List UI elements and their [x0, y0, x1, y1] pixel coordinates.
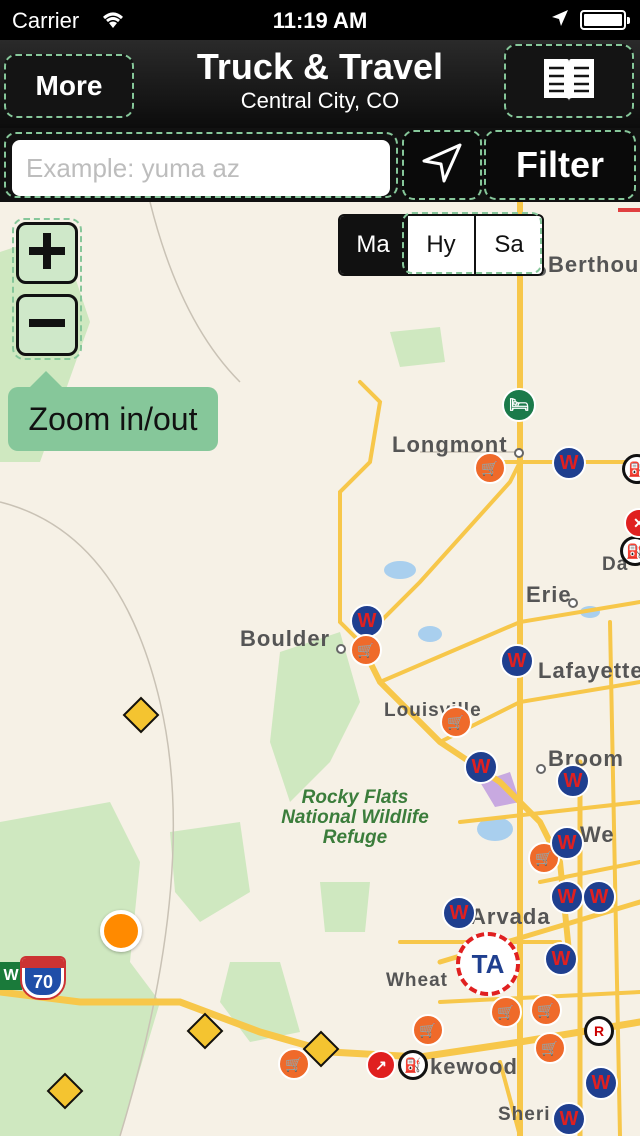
clock: 11:19 AM — [272, 8, 368, 33]
map-label-broomfield: Broom — [548, 746, 624, 771]
map-type-map[interactable]: Ma — [340, 216, 406, 274]
book-icon — [540, 53, 598, 110]
map-label-wheat-ridge: Wheat — [386, 970, 448, 991]
park-label-rocky-flats: Rocky Flats National Wildlife Refuge — [281, 787, 429, 848]
map-label-lakewood: kewood — [430, 1054, 518, 1079]
app-title: Truck & Travel — [196, 46, 444, 87]
walmart-icon[interactable]: W — [544, 942, 578, 976]
current-location-button[interactable] — [402, 130, 482, 200]
walmart-icon[interactable]: W — [552, 446, 586, 480]
map-label-arvada: Arvada — [470, 904, 551, 929]
city-dot — [514, 448, 524, 458]
status-bar: Carrier 11:19 AM — [0, 0, 640, 40]
shopping-cart-icon[interactable]: 🛒 — [534, 1032, 566, 1064]
zoom-tooltip: Zoom in/out — [8, 387, 218, 451]
walmart-icon[interactable]: W — [550, 880, 584, 914]
current-location-marker[interactable] — [100, 910, 142, 952]
map-type-highlight — [402, 212, 542, 274]
travel-centers-icon[interactable]: TA — [456, 932, 520, 996]
shopping-cart-icon[interactable]: 🛒 — [440, 706, 472, 738]
location-services-icon — [550, 8, 570, 34]
search-bar: Filter — [0, 128, 640, 202]
map-label-lafayette: Lafayette — [538, 658, 640, 683]
map-label-westminster: We — [580, 822, 615, 847]
zoom-tip-arrow — [30, 371, 62, 387]
title-area: Truck & Travel Central City, CO — [170, 46, 470, 114]
city-dot — [336, 644, 346, 654]
filter-button[interactable]: Filter — [484, 130, 636, 200]
battery-icon — [580, 10, 626, 30]
city-dot — [536, 764, 546, 774]
more-button[interactable]: More — [4, 54, 134, 118]
search-input[interactable] — [12, 140, 390, 196]
shopping-cart-icon[interactable]: 🛒 — [278, 1048, 310, 1080]
shopping-cart-icon[interactable]: 🛒 — [530, 994, 562, 1026]
shopping-cart-icon[interactable]: 🛒 — [350, 634, 382, 666]
direction-arrow-icon[interactable]: ↗ — [366, 1050, 396, 1080]
minus-icon — [26, 302, 68, 349]
map-label-berthoud: Berthoud — [548, 252, 640, 277]
walmart-icon[interactable]: W — [350, 604, 384, 638]
location-arrow-icon — [420, 141, 464, 190]
map-view[interactable]: Berthoud Longmont Erie Boulder Lafayette… — [0, 202, 640, 1136]
map-label-sheridan: Sheri — [498, 1104, 551, 1125]
current-city: Central City, CO — [240, 88, 400, 113]
walmart-icon[interactable]: W — [584, 1066, 618, 1100]
walmart-icon[interactable]: W — [552, 1102, 586, 1136]
search-field-outline — [4, 132, 398, 198]
shopping-cart-icon[interactable]: 🛒 — [490, 996, 522, 1028]
walmart-icon[interactable]: W — [464, 750, 498, 784]
shopping-cart-icon[interactable]: 🛒 — [474, 452, 506, 484]
zoom-out-button[interactable] — [16, 294, 78, 356]
shopping-cart-icon[interactable]: 🛒 — [412, 1014, 444, 1046]
plus-icon — [26, 230, 68, 277]
map-label-erie: Erie — [526, 582, 572, 607]
walmart-icon[interactable]: W — [582, 880, 616, 914]
interstate-number: 70 — [32, 972, 54, 992]
hotel-icon[interactable]: 🛏 — [502, 388, 536, 422]
nav-bar: More Truck & Travel Central City, CO — [0, 40, 640, 128]
interstate-shield: 70 — [22, 958, 64, 998]
walmart-icon[interactable]: W — [550, 826, 584, 860]
state-highway-badge: W — [0, 962, 22, 990]
fuel-pump-icon[interactable]: ⛽ — [398, 1050, 428, 1080]
guide-book-button[interactable] — [504, 44, 634, 118]
map-label-boulder: Boulder — [240, 626, 331, 651]
walmart-icon[interactable]: W — [500, 644, 534, 678]
rest-area-icon[interactable]: R — [584, 1016, 614, 1046]
walmart-icon[interactable]: W — [556, 764, 590, 798]
zoom-in-button[interactable] — [16, 222, 78, 284]
walmart-icon[interactable]: W — [442, 896, 476, 930]
battery-tip — [627, 17, 630, 24]
